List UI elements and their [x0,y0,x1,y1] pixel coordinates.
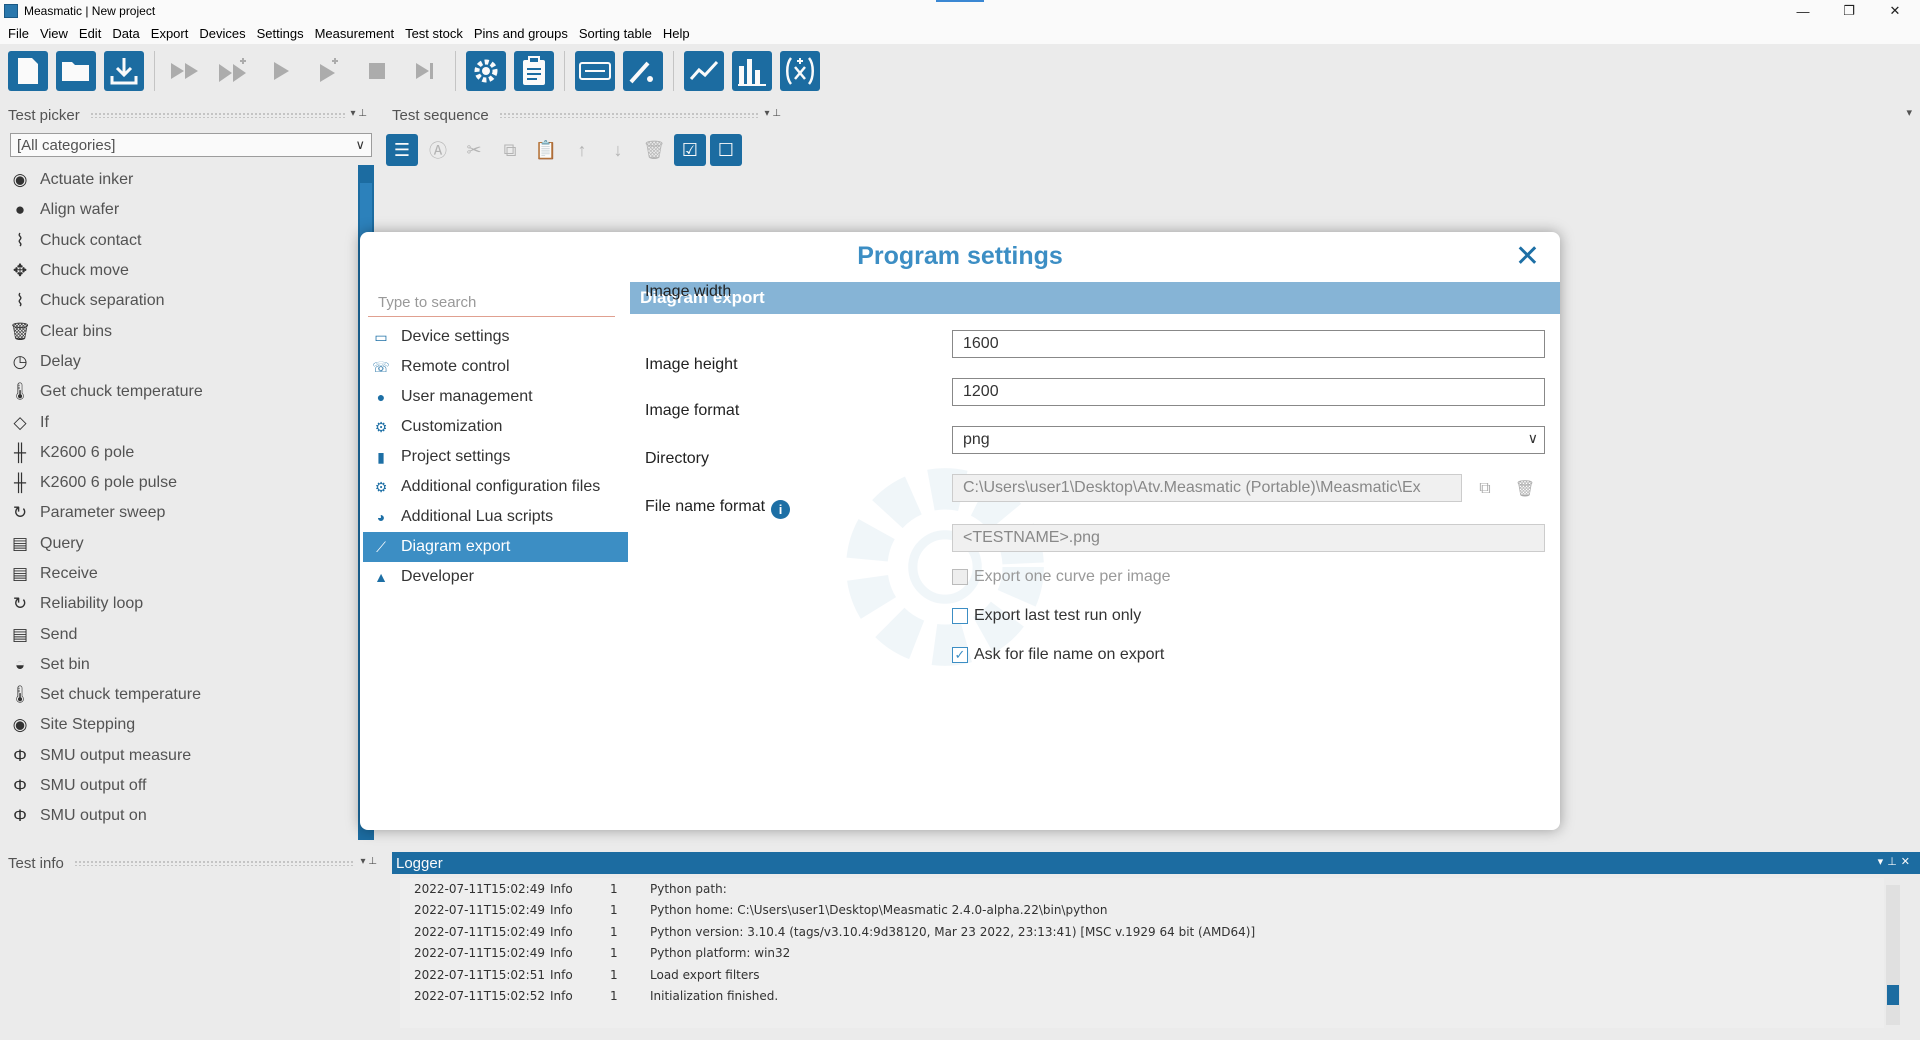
nav-item-developer[interactable]: ▲ Developer [363,562,628,592]
checkbox-label: Ask for file name on export [974,646,1165,663]
nav-item-label: Additional configuration files [401,478,601,495]
config-files-icon: ⚙ [374,478,388,495]
info-icon[interactable]: i [771,500,791,519]
nav-item-user-management[interactable]: ● User management [363,382,628,412]
document-icon: ▮ [377,448,385,465]
image-format-select[interactable]: png ∨ [952,426,1545,454]
file-name-format-label: File name format [645,498,766,515]
image-height-input[interactable]: 1200 [952,378,1545,406]
line-chart-icon: ⟋ [376,538,386,555]
chevron-down-icon: ∨ [1527,430,1538,446]
nav-item-label: Developer [401,568,474,585]
image-width-label: Image width [645,283,732,300]
export-one-curve-checkbox[interactable]: Export one curve per image [952,568,1171,586]
remote-icon: ☏ [372,358,390,375]
settings-nav: ▭ Device settings ☏ Remote control ● User man… [363,322,628,592]
image-height-label: Image height [645,356,738,373]
nav-item-label: User management [401,388,533,405]
nav-item-project-settings[interactable]: ▮ Project settings [363,442,628,472]
nav-item-additional-configuration-files[interactable]: ⚙ Additional configuration files [363,472,628,502]
nav-item-label: Customization [401,418,503,435]
user-icon: ● [376,389,386,405]
nav-item-diagram-export[interactable]: ⟋ Diagram export [363,532,628,562]
image-format-label: Image format [645,402,740,419]
image-width-input[interactable]: 1600 [952,330,1545,358]
file-name-format-row: File name format i [645,498,791,519]
nav-item-device-settings[interactable]: ▭ Device settings [363,322,628,352]
checkbox-box[interactable] [952,569,968,585]
nav-item-label: Additional Lua scripts [401,508,554,525]
gear-icon: ⚙ [374,418,388,435]
export-last-run-checkbox[interactable]: Export last test run only [952,607,1141,625]
nav-item-customization[interactable]: ⚙ Customization [363,412,628,442]
checkbox-box[interactable] [952,608,968,624]
program-settings-dialog: Program settings ✕ Type to search ▭ Devic… [360,232,1560,830]
file-name-format-input[interactable]: <TESTNAME>.png [952,524,1545,552]
nav-item-remote-control[interactable]: ☏ Remote control [363,352,628,382]
section-header: Diagram export [630,282,1560,314]
clear-directory-icon[interactable]: 🗑 [1510,474,1540,504]
nav-item-additional-lua-scripts[interactable]: ◕ Additional Lua scripts [363,502,628,532]
directory-label: Directory [645,450,710,467]
dialog-title: Program settings [857,242,1063,270]
close-icon[interactable]: ✕ [1515,242,1540,272]
nav-item-label: Device settings [401,328,510,345]
lua-icon: ◕ [376,509,386,525]
browse-folder-icon[interactable]: ⧉ [1470,474,1500,504]
directory-input[interactable]: C:\Users\user1\Desktop\Atv.Measmatic (Po… [952,474,1462,502]
nav-item-label: Project settings [401,448,511,465]
nav-item-label: Diagram export [401,538,511,555]
checkbox-box[interactable]: ✓ [952,647,968,663]
checkbox-label: Export one curve per image [974,568,1171,585]
device-icon: ▭ [374,328,388,345]
ask-file-name-checkbox[interactable]: ✓ Ask for file name on export [952,646,1164,664]
settings-search-input[interactable]: Type to search [368,287,615,317]
nav-item-label: Remote control [401,358,510,375]
android-icon: ▲ [374,569,388,585]
checkbox-label: Export last test run only [974,607,1142,624]
image-format-value: png [963,431,990,448]
